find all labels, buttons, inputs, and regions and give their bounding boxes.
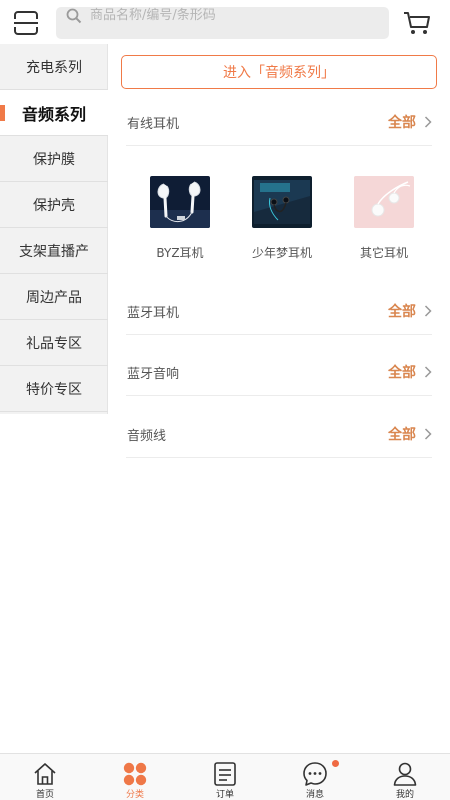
sidebar-item-phone-case[interactable]: 保护壳 (0, 182, 108, 228)
sidebar-item-label: 支架直播产 (19, 243, 89, 260)
product-name: 其它耳机 (359, 246, 408, 260)
pink-earphones-image (354, 176, 414, 228)
scan-icon[interactable] (12, 9, 40, 37)
sidebar-item-charging[interactable]: 充电系列 (0, 44, 108, 90)
message-icon (303, 762, 327, 786)
view-all-link[interactable]: 全部 (388, 424, 416, 444)
unread-badge (332, 760, 339, 767)
tab-messages[interactable]: 消息 (270, 754, 360, 800)
section-title: 蓝牙音响 (127, 367, 180, 382)
tab-orders[interactable]: 订单 (180, 754, 270, 800)
section-header-wired-earphones[interactable]: 有线耳机 全部 (126, 100, 432, 146)
chevron-right-icon (424, 366, 432, 378)
product-name: 少年梦耳机 (251, 246, 312, 260)
sidebar-item-label: 保护膜 (33, 151, 75, 168)
white-earphones-image (150, 176, 210, 228)
category-sidebar: 充电系列 音频系列 保护膜 保护壳 支架直播产 周边产品 礼品专区 特价专区 (0, 44, 108, 414)
shopping-cart-icon[interactable] (402, 9, 432, 37)
search-icon (66, 8, 82, 24)
tab-category[interactable]: 分类 (90, 754, 180, 800)
enter-category-button[interactable]: 进入「音频系列」 (121, 55, 437, 89)
sidebar-item-special-offers[interactable]: 特价专区 (0, 366, 108, 412)
tab-label: 消息 (305, 790, 324, 800)
section-title: 有线耳机 (127, 117, 180, 132)
sidebar-item-gifts[interactable]: 礼品专区 (0, 320, 108, 366)
view-all-link[interactable]: 全部 (388, 301, 416, 321)
chevron-right-icon (424, 305, 432, 317)
section-header-bluetooth-speakers[interactable]: 蓝牙音响 全部 (126, 350, 432, 396)
section-title: 音频线 (127, 429, 167, 444)
sidebar-item-stand-live[interactable]: 支架直播产 (0, 228, 108, 274)
sidebar-item-screen-protector[interactable]: 保护膜 (0, 136, 108, 182)
profile-icon (393, 762, 417, 786)
product-name: BYZ耳机 (156, 246, 204, 260)
tab-label: 分类 (125, 790, 144, 800)
tab-home[interactable]: 首页 (0, 754, 90, 800)
sidebar-item-audio[interactable]: 音频系列 (0, 90, 108, 136)
section-title: 蓝牙耳机 (127, 306, 180, 321)
search-input[interactable]: 商品名称/编号/条形码 (90, 7, 216, 25)
chevron-right-icon (424, 428, 432, 440)
sidebar-item-label: 特价专区 (26, 381, 82, 398)
bottom-tab-bar: 首页 分类 订单 消息 我的 (0, 753, 450, 800)
product-item[interactable]: 少年梦耳机 (234, 176, 330, 266)
section-header-audio-cables[interactable]: 音频线 全部 (126, 412, 432, 458)
tab-label: 订单 (215, 790, 234, 800)
section-header-bluetooth-earphones[interactable]: 蓝牙耳机 全部 (126, 289, 432, 335)
view-all-link[interactable]: 全部 (388, 362, 416, 382)
sidebar-item-label: 礼品专区 (26, 335, 82, 352)
home-icon (34, 763, 56, 785)
sidebar-item-label: 充电系列 (26, 59, 82, 76)
sidebar-item-label: 音频系列 (21, 104, 86, 124)
sidebar-item-accessories[interactable]: 周边产品 (0, 274, 108, 320)
category-icon (123, 762, 147, 786)
top-bar: 商品名称/编号/条形码 (0, 0, 450, 44)
tab-label: 我的 (395, 790, 414, 800)
view-all-link[interactable]: 全部 (388, 112, 416, 132)
sidebar-item-label: 周边产品 (26, 289, 82, 306)
product-item[interactable]: 其它耳机 (336, 176, 432, 266)
sidebar-item-label: 保护壳 (33, 197, 75, 214)
order-icon (214, 762, 236, 786)
black-earphones-box-image (252, 176, 312, 228)
tab-profile[interactable]: 我的 (360, 754, 450, 800)
chevron-right-icon (424, 116, 432, 128)
tab-label: 首页 (35, 790, 54, 800)
product-item[interactable]: BYZ耳机 (132, 176, 228, 266)
active-indicator (0, 105, 5, 121)
